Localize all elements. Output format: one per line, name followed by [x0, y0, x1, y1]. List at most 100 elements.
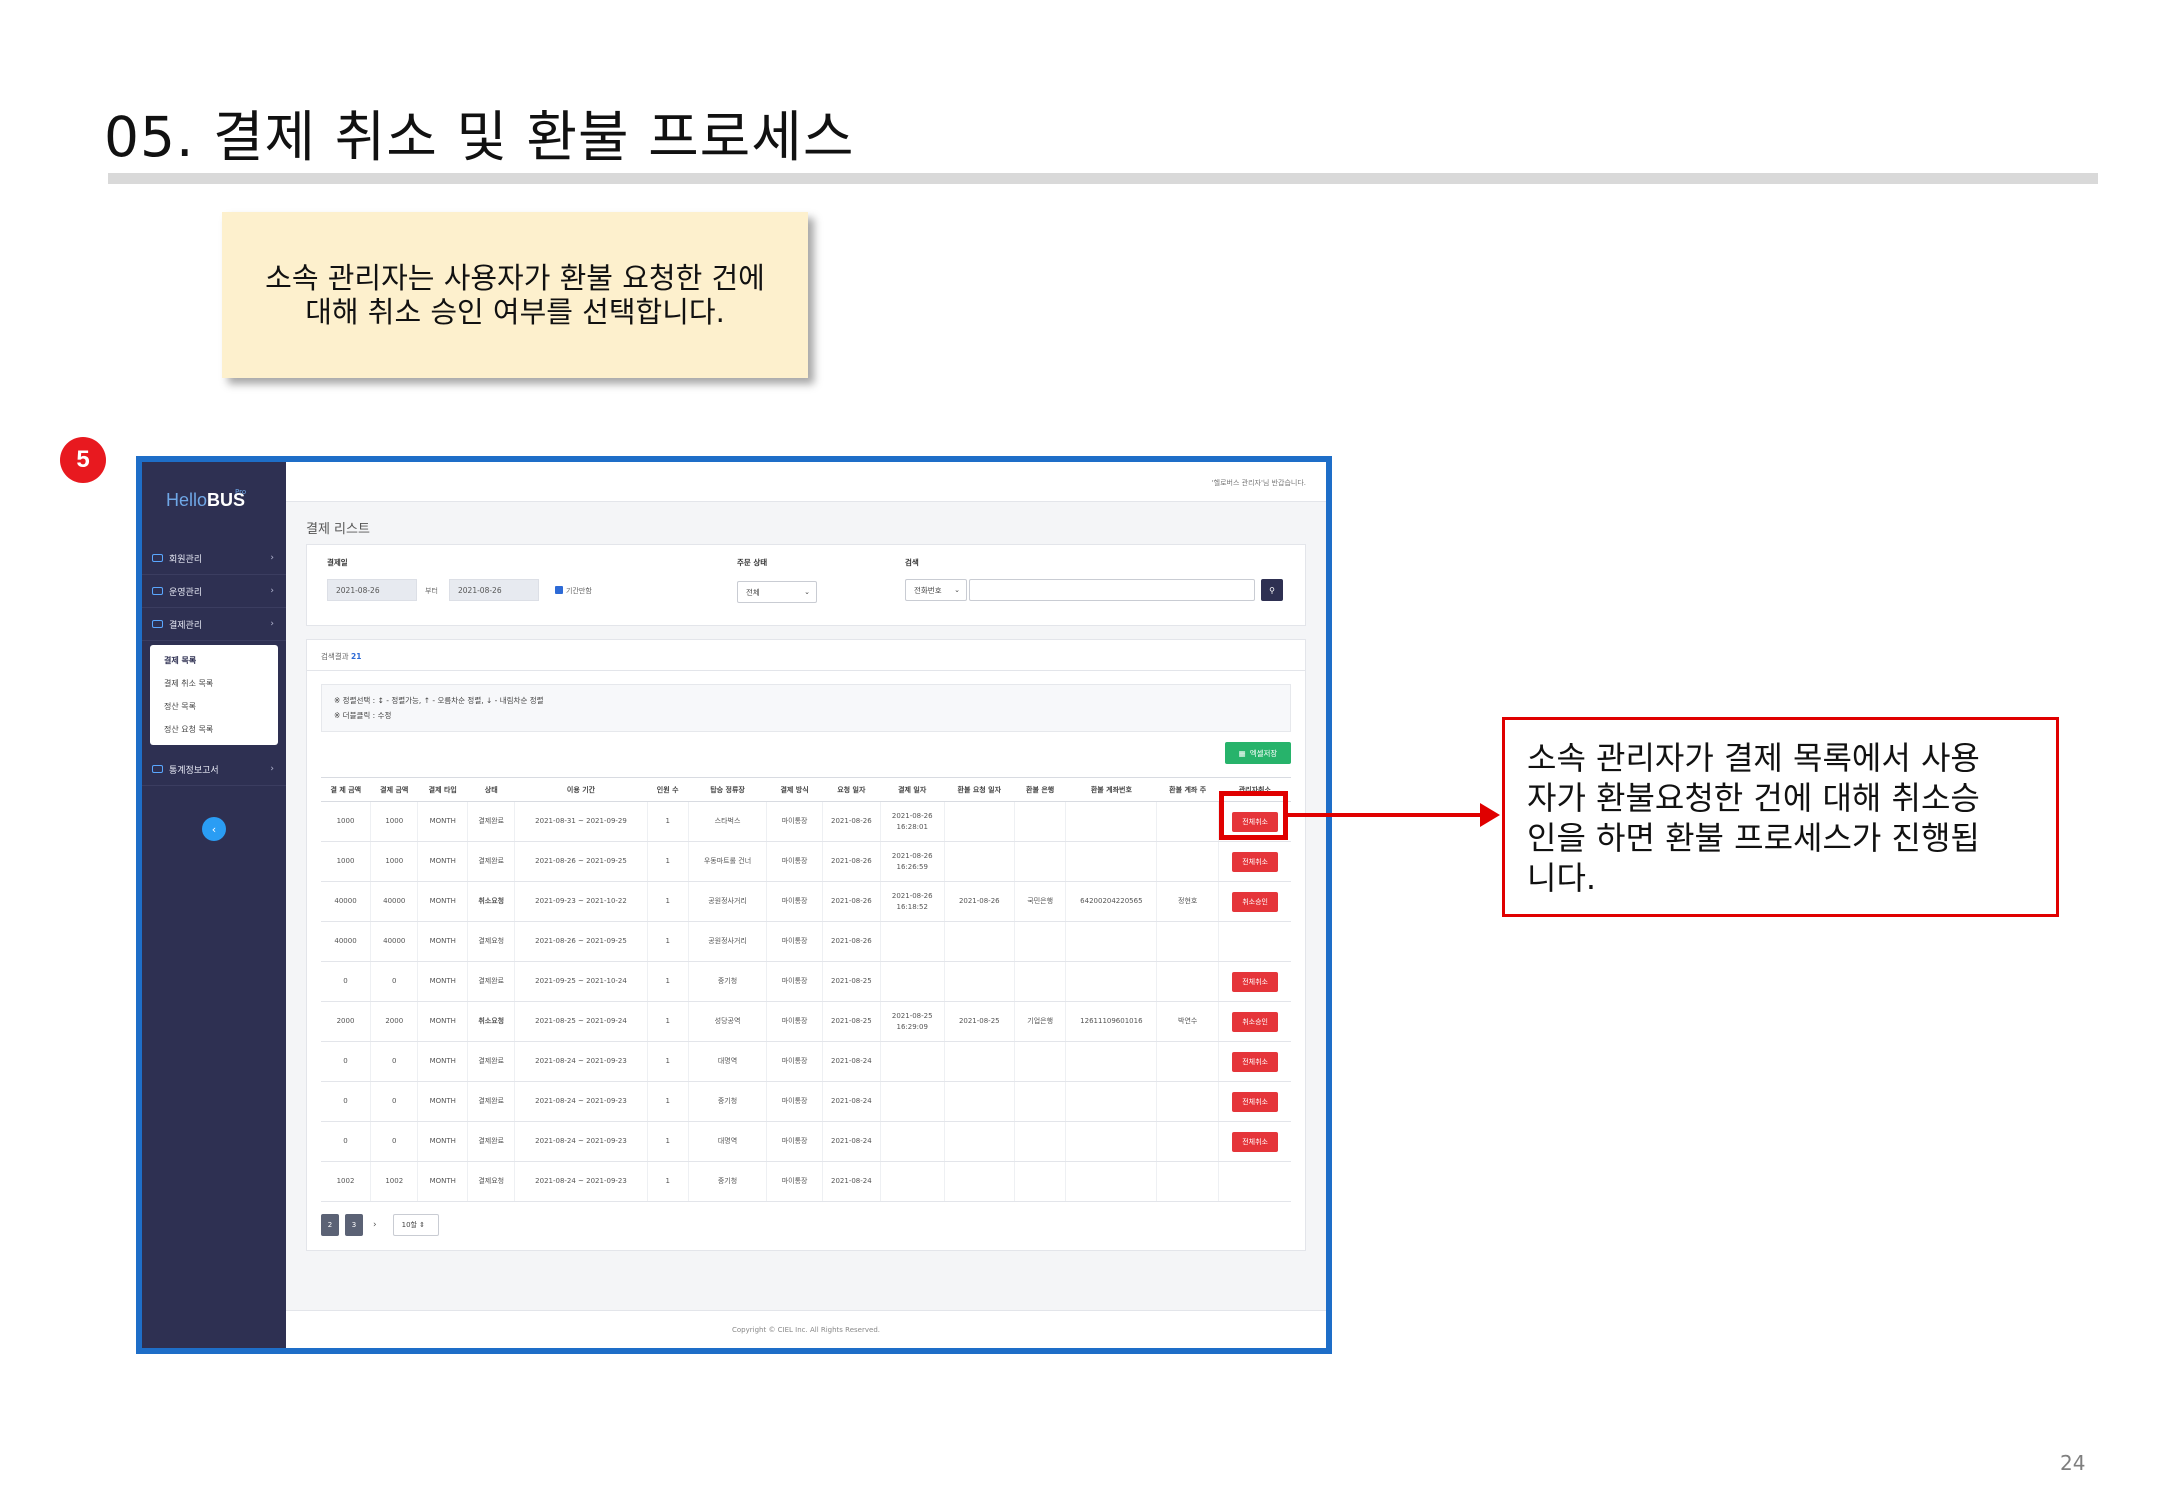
step-badge: 5 — [60, 437, 106, 483]
table-row[interactable]: 0 0 MONTH 결제완료 2021-09-25 ~ 2021-10-24 1 중기청 마이… — [321, 961, 1291, 1002]
table-row[interactable]: 40000 40000 MONTH 결제요청 2021-08-26 ~ 2021-09-… — [321, 921, 1291, 962]
table-cell: 취소승인 — [1218, 881, 1291, 922]
full-cancel-button[interactable]: 전체취소 — [1232, 1131, 1279, 1152]
table-cell: 0 — [321, 961, 371, 1002]
title-divider — [108, 173, 2098, 184]
table-cell: 0 — [321, 1041, 371, 1082]
column-header[interactable]: 환불 은행 — [1014, 777, 1066, 802]
table-cell: 1002 — [370, 1161, 418, 1202]
submenu-payment-cancel-list[interactable]: 결제 취소 목록 — [150, 672, 278, 695]
sort-note: ※ 정렬선택 : ↕ - 정렬가능, ↑ - 오름차순 정렬, ↓ - 내림차순… — [334, 696, 544, 705]
sidebar-item-payments[interactable]: 결제관리 › — [142, 608, 286, 641]
table-cell — [1013, 921, 1066, 962]
page-button[interactable]: 2 — [321, 1214, 339, 1236]
period-checkbox[interactable] — [555, 586, 563, 594]
table-cell: 1 — [646, 1121, 689, 1162]
sidebar-nav: 회원관리 › 운영관리 › 결제관리 › 결제 목록 결제 취소 목록 정산 목… — [142, 542, 286, 786]
sidebar-item-members[interactable]: 회원관리 › — [142, 542, 286, 575]
table-row[interactable]: 0 0 MONTH 결제완료 2021-08-24 ~ 2021-09-23 1 중기청 마이… — [321, 1081, 1291, 1122]
table-row[interactable]: 0 0 MONTH 결제완료 2021-08-24 ~ 2021-09-23 1 대명역 마이… — [321, 1121, 1291, 1162]
table-cell: 0 — [370, 961, 418, 1002]
table-cell: 전체취소 — [1218, 1121, 1291, 1162]
table-cell: 마이통장 — [766, 1001, 823, 1042]
excel-export-button[interactable]: ▦ 엑셀저장 — [1225, 742, 1291, 764]
table-row[interactable]: 1000 1000 MONTH 결제완료 2021-08-26 ~ 2021-09-25… — [321, 841, 1291, 882]
date-to-input[interactable]: 2021-08-26 — [449, 579, 539, 601]
approve-cancel-button[interactable]: 취소승인 — [1232, 891, 1279, 912]
column-header[interactable]: 이용 기간 — [514, 777, 648, 802]
column-header[interactable]: 결제 금액 — [370, 777, 418, 802]
column-header[interactable]: 결제 일자 — [880, 777, 945, 802]
column-header[interactable]: 환불 계좌 주 — [1156, 777, 1219, 802]
table-cell — [1065, 1041, 1157, 1082]
table-cell: 2021-08-24 — [821, 1161, 881, 1202]
page-number: 24 — [2060, 1451, 2086, 1475]
date-from-input[interactable]: 2021-08-26 — [327, 579, 417, 601]
submenu-settlement-request-list[interactable]: 정산 요청 목록 — [150, 718, 278, 741]
approve-cancel-button[interactable]: 취소승인 — [1232, 1011, 1279, 1032]
table-row[interactable]: 2000 2000 MONTH 취소요청 2021-08-25 ~ 2021-09-24… — [321, 1001, 1291, 1042]
next-page-icon[interactable]: › — [373, 1220, 377, 1230]
table-cell: 2021-08-24 — [821, 1041, 881, 1082]
full-cancel-button[interactable]: 전체취소 — [1232, 851, 1279, 872]
table-cell: MONTH — [417, 841, 468, 882]
table-row[interactable]: 1002 1002 MONTH 결제요청 2021-08-24 ~ 2021-09-23… — [321, 1161, 1291, 1202]
table-cell — [1156, 841, 1219, 882]
table-header: 결 제 금액 결제 금액 결제 타입 상태 이용 기간 인원 수 탑승 정류장 결제 방식 요청… — [321, 777, 1291, 802]
table-cell: 0 — [370, 1041, 418, 1082]
table-cell: 2021-08-24 ~ 2021-09-23 — [514, 1041, 648, 1082]
search-button[interactable]: ⚲ — [1261, 579, 1283, 601]
order-status-label: 주문 상태 — [737, 558, 768, 567]
submenu-payment-list[interactable]: 결제 목록 — [150, 649, 278, 672]
table-cell: 2021-09-23 ~ 2021-10-22 — [514, 881, 648, 922]
table-cell: 2021-08-25 — [943, 1001, 1015, 1042]
column-header[interactable]: 결 제 금액 — [321, 777, 371, 802]
filter-panel: 결제일 2021-08-26 부터 2021-08-26 기간만함 주문 상태 … — [306, 544, 1306, 626]
page-button[interactable]: 3 — [345, 1214, 363, 1236]
table-cell: 성당공역 — [687, 1001, 767, 1042]
column-header[interactable]: 인원 수 — [647, 777, 689, 802]
full-cancel-button[interactable]: 전체취소 — [1232, 1091, 1279, 1112]
table-cell: MONTH — [417, 1161, 468, 1202]
column-header[interactable]: 탑승 정류장 — [688, 777, 767, 802]
full-cancel-button[interactable]: 전체취소 — [1232, 1051, 1279, 1072]
table-cell: 2000 — [321, 1001, 371, 1042]
column-header[interactable]: 결제 타입 — [417, 777, 468, 802]
collapse-sidebar-icon[interactable]: ‹ — [202, 817, 226, 841]
table-cell: 2021-08-24 — [821, 1081, 881, 1122]
table-cell — [1156, 1121, 1219, 1162]
table-cell: 결제완료 — [467, 1121, 515, 1162]
full-cancel-button[interactable]: 전체취소 — [1232, 971, 1279, 992]
table-cell — [943, 1041, 1015, 1082]
chevron-right-icon: › — [270, 619, 274, 629]
table-cell: 마이통장 — [766, 921, 823, 962]
search-type-select[interactable]: 전화번호 ⌄ — [905, 579, 967, 601]
column-header[interactable]: 요청 일자 — [822, 777, 881, 802]
table-cell: 1000 — [370, 801, 418, 842]
sidebar-item-operations[interactable]: 운영관리 › — [142, 575, 286, 608]
order-status-select[interactable]: 전체 ⌄ — [737, 581, 817, 603]
table-row[interactable]: 40000 40000 MONTH 취소요청 2021-09-23 ~ 2021-10-… — [321, 881, 1291, 922]
table-row[interactable]: 1000 1000 MONTH 결제완료 2021-08-31 ~ 2021-09-29… — [321, 801, 1291, 842]
search-input[interactable] — [969, 579, 1255, 601]
column-header[interactable]: 환불 요청 일자 — [944, 777, 1015, 802]
table-cell — [879, 961, 945, 1002]
result-count: 검색결과 21 — [321, 652, 362, 661]
table-cell: 2021-08-24 — [821, 1121, 881, 1162]
page-size-select[interactable]: 10할 ⇕ — [392, 1214, 439, 1236]
table-cell: 1 — [646, 1081, 689, 1122]
user-greeting[interactable]: '헬로버스 관리자'님 반갑습니다. — [1212, 478, 1306, 488]
column-header[interactable]: 상태 — [467, 777, 515, 802]
table-cell: 2021-08-25 — [821, 961, 881, 1002]
column-header[interactable]: 환불 계좌번호 — [1065, 777, 1157, 802]
table-cell: 스타벅스 — [687, 801, 767, 842]
period-checkbox-label: 기간만함 — [566, 587, 592, 595]
table-cell: 40000 — [370, 921, 418, 962]
table-row[interactable]: 0 0 MONTH 결제완료 2021-08-24 ~ 2021-09-23 1 대명역 마이… — [321, 1041, 1291, 1082]
submenu-settlement-list[interactable]: 정산 목록 — [150, 695, 278, 718]
sidebar-item-statistics[interactable]: 통계정보고서 › — [142, 753, 286, 786]
table-cell — [943, 841, 1015, 882]
column-header[interactable]: 결제 방식 — [766, 777, 823, 802]
table-cell: 마이통장 — [766, 881, 823, 922]
hellobus-logo[interactable]: HelloBUS — [166, 490, 245, 511]
